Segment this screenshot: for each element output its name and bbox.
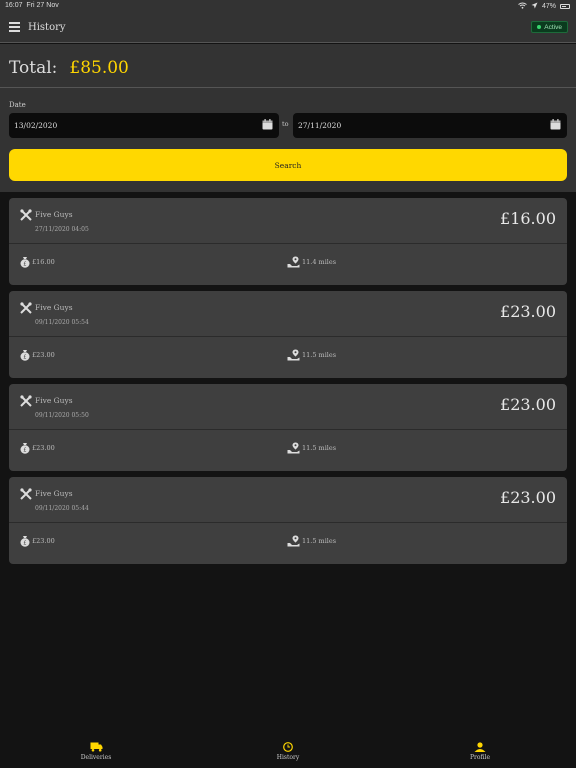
page-title: History [28, 22, 66, 33]
delivery-datetime: 09/11/2020 05:44 [35, 505, 89, 512]
distance-pin-icon [287, 349, 300, 361]
delivery-amount: £16.00 [500, 209, 556, 228]
delivery-distance: 11.5 miles [302, 444, 337, 452]
money-bag-icon: £ [20, 443, 30, 454]
to-date-value: 27/11/2020 [298, 121, 342, 130]
truck-icon [90, 742, 102, 752]
delivery-earnings: £16.00 [32, 258, 55, 266]
tab-deliveries-label: Deliveries [80, 754, 112, 761]
app-header: History Active [0, 12, 576, 43]
from-date-value: 13/02/2020 [14, 121, 58, 130]
status-badge: Active [531, 21, 568, 33]
battery-icon [560, 4, 570, 9]
svg-text:£: £ [23, 355, 26, 361]
venue-name: Five Guys [35, 489, 73, 498]
total-amount: £85.00 [69, 58, 129, 78]
calendar-icon[interactable] [262, 119, 273, 130]
battery-percent: 47% [541, 3, 556, 10]
delivery-distance: 11.5 miles [302, 537, 337, 545]
calendar-icon[interactable] [550, 119, 561, 130]
tab-profile-label: Profile [470, 754, 490, 761]
venue-name: Five Guys [35, 210, 73, 219]
delivery-card[interactable]: Five Guys 09/11/2020 05:54 £23.00 £ £23.… [9, 291, 567, 378]
delivery-card-header [9, 384, 567, 430]
cutlery-icon [20, 395, 32, 407]
date-label: Date [9, 101, 26, 109]
delivery-earnings: £23.00 [32, 444, 55, 452]
user-icon [474, 742, 486, 752]
status-badge-label: Active [544, 23, 562, 31]
cutlery-icon [20, 488, 32, 500]
cutlery-icon [20, 302, 32, 314]
location-icon [531, 2, 538, 11]
money-bag-icon: £ [20, 257, 30, 268]
divider [0, 87, 576, 88]
delivery-datetime: 09/11/2020 05:54 [35, 319, 89, 326]
delivery-distance: 11.4 miles [302, 258, 337, 266]
search-button[interactable]: Search [9, 149, 567, 181]
delivery-card[interactable]: Five Guys 27/11/2020 04:05 £16.00 £ £16.… [9, 198, 567, 285]
tab-history[interactable]: History [258, 742, 318, 761]
history-filter-panel: Total: £85.00 Date 13/02/2020 to 27/11/20… [0, 44, 576, 192]
delivery-distance: 11.5 miles [302, 351, 337, 359]
delivery-datetime: 27/11/2020 04:05 [35, 226, 89, 233]
total-summary: Total: £85.00 [9, 58, 129, 78]
tab-history-label: History [276, 754, 300, 761]
money-bag-icon: £ [20, 536, 30, 547]
status-indicators: 47% [518, 2, 570, 11]
to-date-field[interactable]: 27/11/2020 [293, 113, 567, 138]
delivery-card[interactable]: Five Guys 09/11/2020 05:44 £23.00 £ £23.… [9, 477, 567, 564]
svg-text:£: £ [23, 541, 26, 547]
delivery-history-list: Five Guys 27/11/2020 04:05 £16.00 £ £16.… [9, 198, 567, 570]
system-status-bar: 16:07 Fri 27 Nov 47% [0, 0, 576, 12]
delivery-card[interactable]: Five Guys 09/11/2020 05:50 £23.00 £ £23.… [9, 384, 567, 471]
delivery-card-header [9, 477, 567, 523]
svg-text:£: £ [23, 448, 26, 454]
status-dot-icon [537, 25, 542, 29]
tab-deliveries[interactable]: Deliveries [66, 742, 126, 761]
distance-pin-icon [287, 442, 300, 454]
cutlery-icon [20, 209, 32, 221]
delivery-earnings: £23.00 [32, 537, 55, 545]
from-date-field[interactable]: 13/02/2020 [9, 113, 279, 138]
delivery-card-header [9, 198, 567, 244]
delivery-earnings: £23.00 [32, 351, 55, 359]
delivery-amount: £23.00 [500, 395, 556, 414]
svg-text:£: £ [23, 262, 26, 268]
to-label: to [282, 120, 289, 128]
delivery-amount: £23.00 [500, 302, 556, 321]
menu-icon[interactable] [9, 22, 20, 32]
status-time: 16:07 Fri 27 Nov [5, 2, 59, 9]
distance-pin-icon [287, 535, 300, 547]
distance-pin-icon [287, 256, 300, 268]
money-bag-icon: £ [20, 350, 30, 361]
delivery-amount: £23.00 [500, 488, 556, 507]
bottom-tab-bar: Deliveries History Profile [0, 738, 576, 768]
total-label: Total: [9, 58, 58, 78]
clock-icon [283, 742, 293, 752]
venue-name: Five Guys [35, 303, 73, 312]
delivery-card-header [9, 291, 567, 337]
venue-name: Five Guys [35, 396, 73, 405]
tab-profile[interactable]: Profile [450, 742, 510, 761]
wifi-icon [518, 2, 527, 11]
delivery-datetime: 09/11/2020 05:50 [35, 412, 89, 419]
